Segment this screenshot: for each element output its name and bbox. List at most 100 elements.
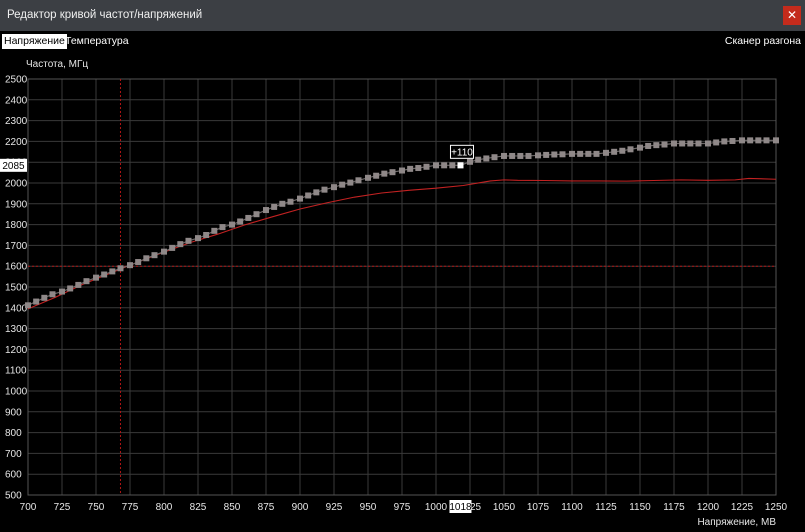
vf-curve-point[interactable]: [229, 221, 235, 228]
vf-curve-point[interactable]: [263, 207, 269, 214]
vf-curve-point[interactable]: [127, 262, 133, 269]
vf-curve-point[interactable]: [627, 146, 634, 153]
vf-curve-point[interactable]: [253, 211, 260, 218]
vf-curve-point[interactable]: [271, 203, 278, 210]
vf-curve-point[interactable]: [423, 163, 430, 170]
vf-curve-point[interactable]: [603, 149, 609, 156]
vf-curve-point[interactable]: [637, 144, 643, 151]
vf-curve-point[interactable]: [331, 184, 337, 191]
vf-curve-point[interactable]: [245, 214, 252, 221]
vf-curve-point[interactable]: [747, 137, 754, 144]
vf-curve-point[interactable]: [287, 198, 294, 205]
x-tick-label: 900: [292, 502, 309, 513]
vf-curve-point[interactable]: [729, 137, 736, 144]
vf-curve-point[interactable]: [593, 150, 600, 157]
vf-curve-point[interactable]: [93, 274, 99, 281]
vf-curve-point[interactable]: [41, 294, 48, 301]
vf-curve-point[interactable]: [203, 232, 210, 238]
vf-curve-point[interactable]: [407, 165, 414, 172]
vf-curve-point[interactable]: [585, 150, 592, 157]
vf-curve-point[interactable]: [467, 158, 473, 165]
vf-curve-point[interactable]: [695, 140, 702, 147]
vf-curve-point[interactable]: [117, 265, 124, 272]
vf-curve-point[interactable]: [211, 227, 218, 234]
vf-curve-point[interactable]: [185, 237, 192, 244]
vf-curve-point[interactable]: [109, 268, 116, 275]
vf-curve-point[interactable]: [763, 137, 770, 144]
vf-curve-point[interactable]: [679, 140, 686, 147]
vf-curve-point[interactable]: [611, 148, 618, 155]
vf-curve-point[interactable]: [475, 156, 482, 163]
vf-curve-point[interactable]: [75, 281, 82, 288]
vf-curve-point[interactable]: [25, 302, 31, 309]
vf-curve-point[interactable]: [501, 152, 507, 159]
vf-curve-point[interactable]: [237, 218, 244, 225]
vf-curve-point[interactable]: [671, 140, 677, 147]
vf-curve-point[interactable]: [577, 150, 584, 157]
vf-curve-point[interactable]: [67, 285, 74, 292]
y-tick-label: 1800: [5, 220, 28, 231]
vf-curve-point[interactable]: [365, 174, 371, 181]
vf-curve-point[interactable]: [433, 162, 439, 169]
y-tick-label: 1300: [5, 324, 28, 335]
vf-curve-point[interactable]: [449, 162, 456, 169]
vf-curve-point[interactable]: [33, 298, 40, 305]
vf-curve-point[interactable]: [551, 151, 558, 158]
vf-curve-point[interactable]: [177, 241, 184, 248]
vf-curve-point[interactable]: [313, 189, 320, 196]
vf-curve-point[interactable]: [739, 137, 745, 144]
vf-curve-point[interactable]: [645, 142, 652, 149]
selected-point[interactable]: [457, 162, 464, 169]
y-tick-label: 2300: [5, 116, 28, 127]
vf-curve-point[interactable]: [517, 152, 524, 159]
vf-curve-point[interactable]: [721, 138, 728, 145]
vf-curve-point[interactable]: [755, 137, 762, 144]
x-tick-label: 950: [360, 502, 377, 513]
vf-curve-point[interactable]: [169, 244, 176, 251]
vf-curve-point[interactable]: [101, 271, 108, 278]
vf-curve-point[interactable]: [569, 150, 575, 157]
vf-curve-point[interactable]: [415, 165, 422, 172]
vf-curve-point[interactable]: [389, 169, 396, 176]
vf-curve-point[interactable]: [483, 155, 490, 162]
vf-curve-point[interactable]: [713, 139, 720, 146]
vf-curve-point[interactable]: [321, 186, 328, 193]
vf-curve-point[interactable]: [195, 235, 201, 242]
vf-curve-point[interactable]: [705, 140, 711, 147]
vf-curve-point[interactable]: [525, 152, 532, 159]
vf-curve-point[interactable]: [339, 181, 346, 188]
vf-curve-point[interactable]: [535, 152, 541, 159]
vf-curve-point[interactable]: [399, 167, 405, 174]
vf-curve-point[interactable]: [661, 141, 668, 148]
vf-curve-point[interactable]: [83, 278, 90, 285]
x-tick-label: 700: [20, 502, 37, 513]
vf-curve-point[interactable]: [653, 142, 660, 149]
vf-curve-chart[interactable]: 500 600 700 800 900 1000 1100 1200 1300 1400 1500 1…: [0, 0, 805, 532]
vf-curve-point[interactable]: [381, 170, 388, 177]
vf-curve-point[interactable]: [151, 252, 158, 259]
vf-curve-point[interactable]: [135, 259, 142, 266]
x-tick-label: 1150: [629, 502, 651, 513]
vf-curve-point[interactable]: [143, 255, 150, 262]
x-tick-label: 1225: [731, 502, 754, 513]
vf-curve-point[interactable]: [59, 288, 65, 295]
vf-curve-point[interactable]: [373, 172, 380, 179]
vf-curve-point[interactable]: [491, 154, 498, 161]
vf-curve-point[interactable]: [279, 200, 286, 207]
y-tick-label: 1900: [5, 199, 28, 210]
vf-curve-point[interactable]: [49, 291, 56, 298]
vf-curve-point[interactable]: [297, 195, 303, 202]
vf-curve-point[interactable]: [305, 192, 312, 199]
vf-curve-point[interactable]: [161, 248, 167, 255]
freq-readout: 2085: [2, 161, 25, 172]
vf-curve-point[interactable]: [619, 147, 626, 154]
vf-curve-point[interactable]: [773, 137, 779, 144]
vf-curve-point[interactable]: [441, 162, 448, 169]
vf-curve-point[interactable]: [509, 152, 516, 159]
vf-curve-point[interactable]: [687, 140, 694, 147]
vf-curve-point[interactable]: [347, 179, 354, 186]
vf-curve-point[interactable]: [559, 151, 566, 158]
vf-curve-point[interactable]: [543, 151, 550, 158]
vf-curve-point[interactable]: [219, 224, 226, 231]
vf-curve-point[interactable]: [355, 177, 362, 184]
